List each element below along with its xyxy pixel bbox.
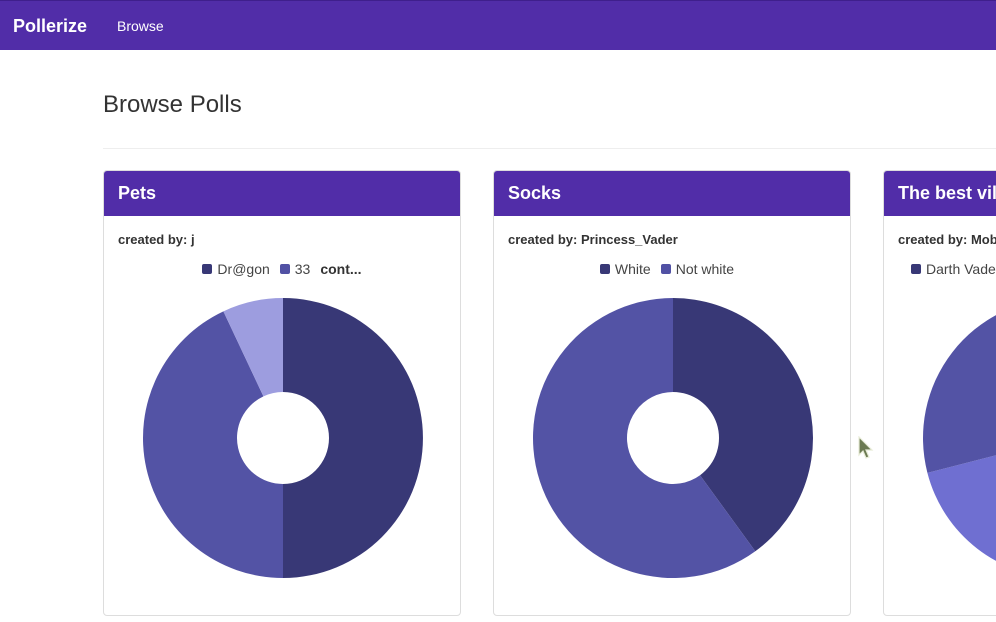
poll-creator: created by: Mob [898,232,996,247]
poll-card-title[interactable]: Socks [494,171,850,216]
poll-card-title[interactable]: Pets [104,171,460,216]
legend-label: 33 [294,261,311,277]
legend-label: Dr@gon [217,261,270,277]
poll-card[interactable]: Socks created by: Princess_Vader White N… [493,170,851,616]
legend-swatch [911,264,921,274]
poll-card-title[interactable]: The best vil [884,171,996,216]
poll-donut-chart [143,298,423,578]
legend-item[interactable]: Dr@gon [202,261,270,277]
legend-label: Not white [675,261,735,277]
chart-legend: Darth Vade [884,261,996,277]
poll-creator: created by: j [118,232,195,247]
legend-label: White [614,261,651,277]
legend-swatch [660,264,671,274]
chart-legend: Dr@gon 33 cont... [104,261,460,277]
poll-donut-chart [923,298,996,561]
legend-item[interactable]: Darth Vade [911,261,996,277]
chart-legend: White Not white [494,261,850,277]
pie-slice[interactable] [283,298,423,578]
legend-item[interactable]: Not white [660,261,735,277]
poll-donut-chart [533,298,813,578]
legend-item[interactable]: 33 [279,261,311,277]
poll-creator: created by: Princess_Vader [508,232,678,247]
legend-swatch [599,264,610,274]
pie-slice[interactable] [923,298,996,473]
poll-card[interactable]: The best vil created by: Mob Darth Vade [883,170,996,616]
legend-item[interactable]: White [599,261,651,277]
legend-swatch [279,264,290,274]
poll-card-list: Pets created by: j Dr@gon 33 cont... Soc… [0,0,996,622]
legend-more-link[interactable]: cont... [320,261,361,277]
legend-label: Darth Vade [926,261,996,277]
poll-card[interactable]: Pets created by: j Dr@gon 33 cont... [103,170,461,616]
mouse-cursor-icon [858,436,874,459]
legend-swatch [202,264,213,274]
